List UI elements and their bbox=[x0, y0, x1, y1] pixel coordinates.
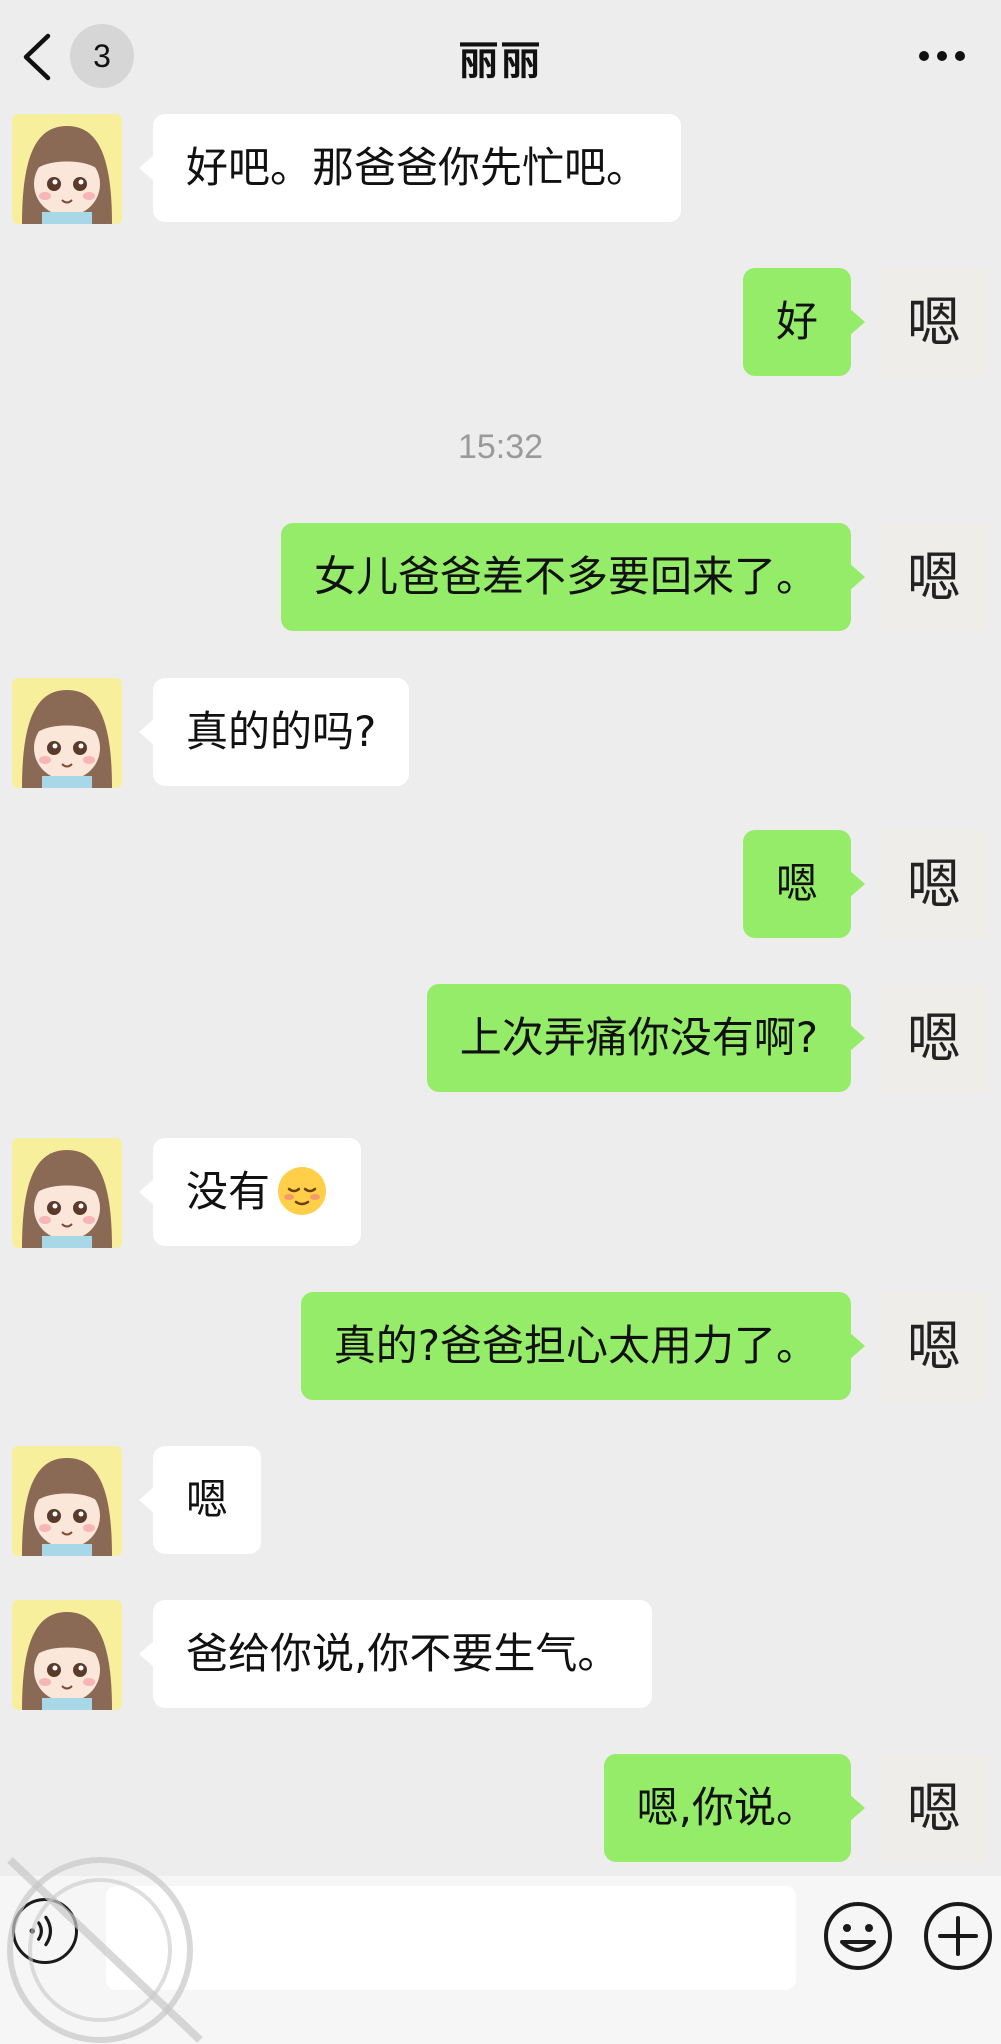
self-avatar[interactable]: 嗯 bbox=[879, 1292, 989, 1402]
self-avatar[interactable]: 嗯 bbox=[879, 1754, 989, 1864]
girl-avatar-icon bbox=[12, 1138, 122, 1248]
message-list[interactable]: 好吧。那爸爸你先忙吧。 好 嗯 15:32 女儿爸爸差不多要回来了。 嗯 真的的… bbox=[0, 112, 1001, 1876]
contact-avatar[interactable] bbox=[12, 678, 122, 788]
outgoing-message-bubble[interactable]: 嗯 bbox=[742, 830, 866, 938]
incoming-message-bubble[interactable]: 嗯 bbox=[138, 1446, 262, 1554]
message-input[interactable] bbox=[106, 1886, 796, 1990]
self-avatar-glyph: 嗯 bbox=[907, 291, 961, 354]
voice-icon[interactable] bbox=[12, 1898, 78, 1964]
self-avatar-glyph: 嗯 bbox=[907, 1777, 961, 1840]
self-avatar[interactable]: 嗯 bbox=[879, 268, 989, 378]
self-avatar[interactable]: 嗯 bbox=[879, 830, 989, 940]
chat-header: 3 丽丽 bbox=[0, 0, 1001, 112]
self-avatar[interactable]: 嗯 bbox=[879, 984, 989, 1094]
outgoing-message-bubble[interactable]: 上次弄痛你没有啊? bbox=[426, 984, 866, 1092]
self-avatar[interactable]: 嗯 bbox=[879, 523, 989, 633]
outgoing-message-bubble[interactable]: 好 bbox=[742, 268, 866, 376]
girl-avatar-icon bbox=[12, 114, 122, 224]
plus-icon[interactable] bbox=[922, 1900, 994, 1972]
incoming-message-bubble[interactable]: 没有 bbox=[138, 1138, 362, 1246]
chat-input-bar bbox=[0, 1876, 1001, 2044]
self-avatar-glyph: 嗯 bbox=[907, 1315, 961, 1378]
contact-avatar[interactable] bbox=[12, 1600, 122, 1710]
incoming-message-bubble[interactable]: 好吧。那爸爸你先忙吧。 bbox=[138, 114, 682, 222]
self-avatar-glyph: 嗯 bbox=[907, 546, 961, 609]
outgoing-message-bubble[interactable]: 真的?爸爸担心太用力了。 bbox=[300, 1292, 866, 1400]
contact-avatar[interactable] bbox=[12, 114, 122, 224]
contact-avatar[interactable] bbox=[12, 1446, 122, 1556]
message-text: 没有 bbox=[186, 1167, 271, 1216]
contact-avatar[interactable] bbox=[12, 1138, 122, 1248]
relieved-face-emoji-icon bbox=[278, 1166, 327, 1215]
outgoing-message-bubble[interactable]: 嗯,你说。 bbox=[603, 1754, 866, 1862]
message-timestamp: 15:32 bbox=[457, 428, 544, 466]
incoming-message-bubble[interactable]: 爸给你说,你不要生气。 bbox=[138, 1600, 653, 1708]
self-avatar-glyph: 嗯 bbox=[907, 1007, 961, 1070]
incoming-message-bubble[interactable]: 真的的吗? bbox=[138, 678, 410, 786]
girl-avatar-icon bbox=[12, 678, 122, 788]
girl-avatar-icon bbox=[12, 1446, 122, 1556]
self-avatar-glyph: 嗯 bbox=[907, 853, 961, 916]
outgoing-message-bubble[interactable]: 女儿爸爸差不多要回来了。 bbox=[280, 523, 866, 631]
emoji-icon[interactable] bbox=[822, 1900, 894, 1972]
more-icon[interactable] bbox=[917, 44, 967, 68]
chat-title: 丽丽 bbox=[458, 38, 543, 84]
girl-avatar-icon bbox=[12, 1600, 122, 1710]
